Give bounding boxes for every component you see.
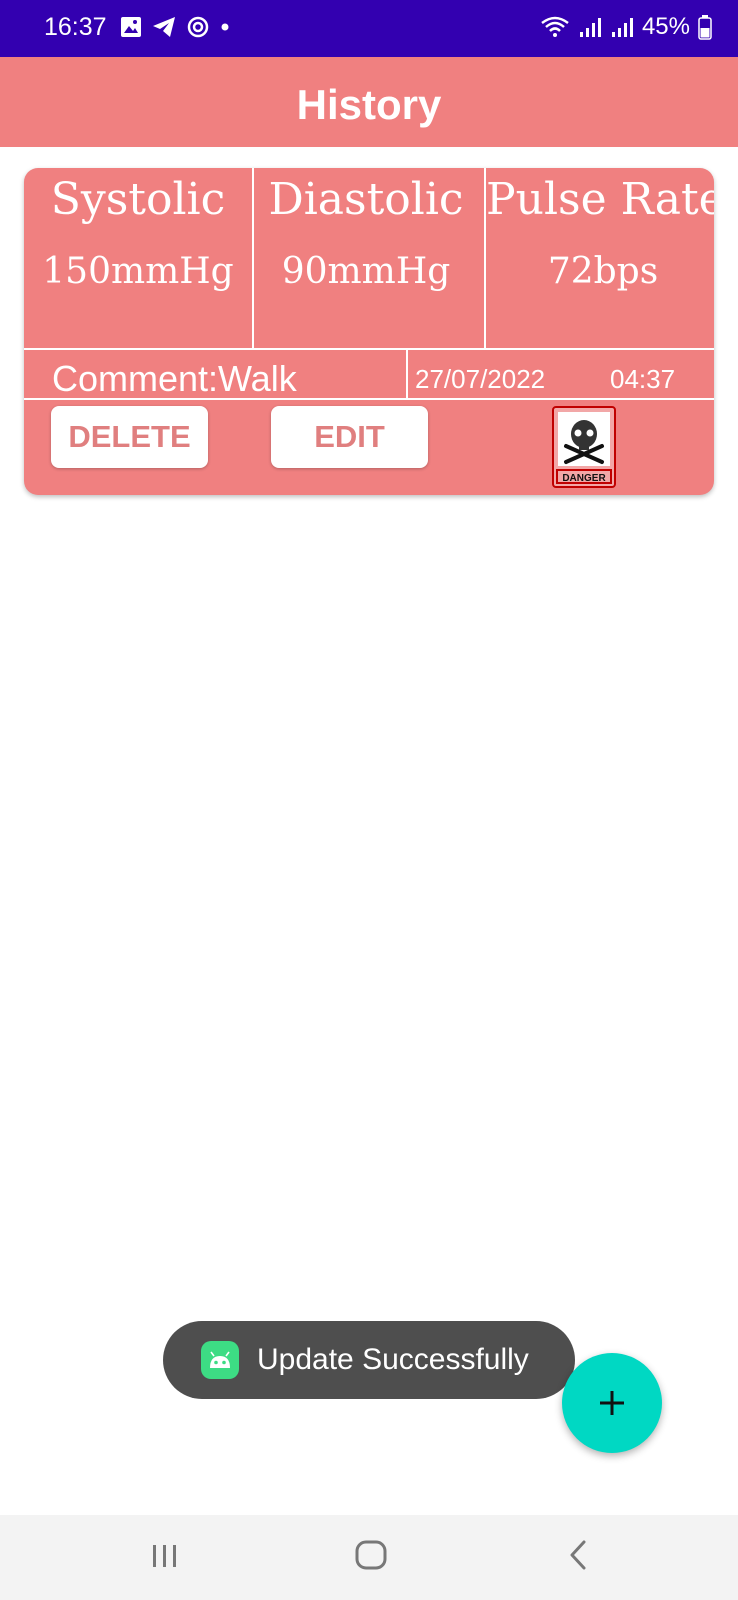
- signal-icon: [579, 18, 601, 37]
- svg-text:DANGER: DANGER: [562, 473, 606, 484]
- status-time: 16:37: [44, 13, 107, 41]
- wifi-icon: [541, 16, 569, 37]
- app-bar: History: [0, 57, 738, 147]
- diastolic-value: 90mmHg: [281, 251, 451, 292]
- divider: [24, 348, 714, 350]
- add-record-button[interactable]: [562, 1353, 662, 1453]
- edit-button[interactable]: EDIT: [271, 406, 428, 468]
- divider: [252, 168, 254, 350]
- plus-icon: [600, 1391, 624, 1415]
- system-icons: 45%: [540, 13, 712, 41]
- divider: [484, 168, 486, 350]
- home-button[interactable]: [354, 1535, 388, 1575]
- pulse-column: Pulse Rate 72bps: [486, 168, 714, 348]
- danger-icon: DANGER: [552, 406, 616, 488]
- dot-icon: [221, 23, 229, 31]
- page-title: History: [296, 81, 442, 128]
- record-date: 27/07/2022: [415, 364, 546, 394]
- record-time: 04:37: [610, 364, 676, 394]
- signal-icon-2: [611, 18, 633, 37]
- divider: [406, 348, 408, 400]
- systolic-label: Systolic: [50, 174, 226, 225]
- recent-apps-button[interactable]: [150, 1535, 180, 1575]
- toast-text: Update Successfully: [257, 1343, 529, 1376]
- diastolic-label: Diastolic: [268, 174, 464, 225]
- sync-icon: [187, 16, 209, 38]
- battery-percent: 45%: [641, 13, 690, 40]
- back-button[interactable]: [566, 1535, 590, 1575]
- toast-message: Update Successfully: [163, 1321, 575, 1399]
- pulse-label: Pulse Rate: [486, 174, 714, 225]
- gallery-icon: [121, 17, 141, 37]
- navigation-bar: [0, 1515, 738, 1600]
- telegram-icon: [153, 17, 175, 37]
- diastolic-column: Diastolic 90mmHg: [254, 168, 478, 348]
- systolic-value: 150mmHg: [42, 251, 234, 292]
- delete-button[interactable]: DELETE: [51, 406, 208, 468]
- comment-text: Comment:Walk: [52, 358, 297, 399]
- systolic-column: Systolic 150mmHg: [24, 168, 252, 348]
- record-card: Systolic 150mmHg Diastolic 90mmHg Pulse …: [24, 168, 714, 495]
- notification-icons: [120, 15, 230, 39]
- android-icon: [201, 1341, 239, 1379]
- status-bar: 16:37 45%: [0, 0, 738, 57]
- pulse-value: 72bps: [547, 251, 659, 292]
- battery-icon: [698, 15, 712, 40]
